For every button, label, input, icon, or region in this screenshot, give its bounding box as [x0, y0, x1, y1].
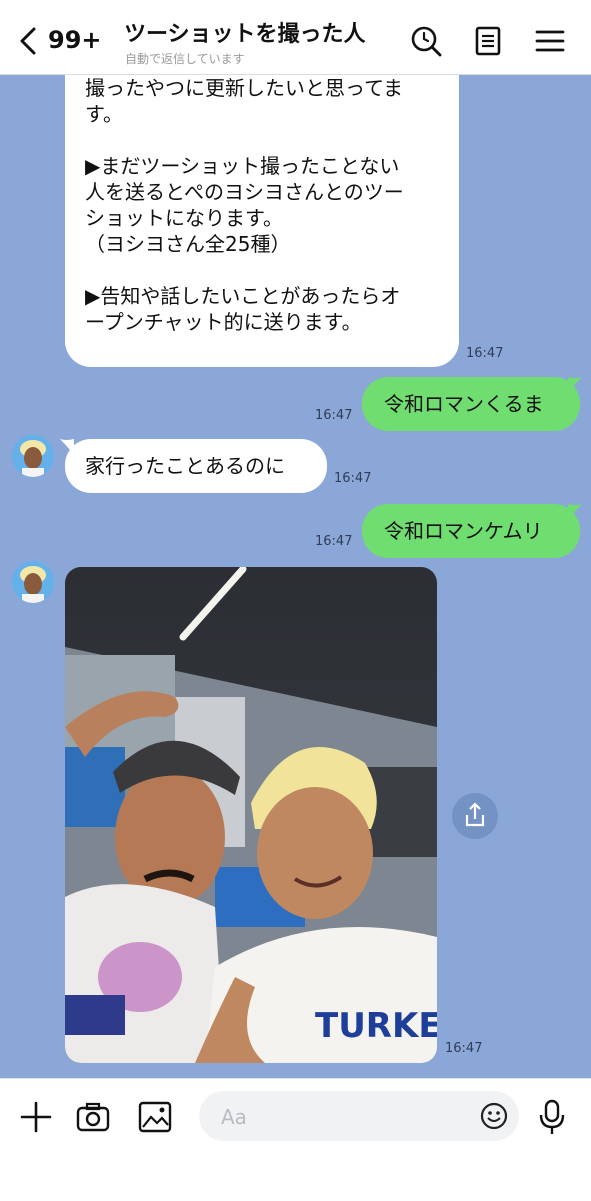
message-time: 16:47 — [315, 534, 353, 549]
chat-title: ツーショットを撮った人 — [124, 22, 366, 47]
share-button[interactable] — [452, 793, 498, 839]
notes-icon[interactable] — [471, 24, 505, 58]
avatar-image — [12, 435, 54, 477]
image-icon[interactable] — [135, 1097, 175, 1137]
camera-icon[interactable] — [73, 1097, 113, 1137]
emoji-icon[interactable] — [479, 1101, 509, 1131]
chat-area[interactable]: 撮ったやつに更新したいと思ってま す。 ▶まだツーショット撮ったことない 人を送… — [0, 75, 591, 1078]
message-field[interactable] — [199, 1091, 519, 1141]
message-time: 16:47 — [466, 346, 504, 361]
message-bubble-incoming[interactable]: 撮ったやつに更新したいと思ってま す。 ▶まだツーショット撮ったことない 人を送… — [65, 75, 459, 367]
photo-message[interactable]: TURKEY — [65, 567, 437, 1063]
message-input[interactable] — [219, 1103, 473, 1131]
avatar-image — [12, 561, 54, 603]
unread-count[interactable]: 99+ — [48, 26, 102, 54]
chat-header: 99+ ツーショットを撮った人 自動で返信しています — [0, 0, 591, 75]
message-time: 16:47 — [315, 408, 353, 423]
message-bubble-outgoing[interactable]: 令和ロマンケムリ — [362, 504, 580, 558]
message-bubble-outgoing[interactable]: 令和ロマンくるま — [362, 377, 580, 431]
back-chevron-icon[interactable] — [16, 26, 42, 56]
chat-subtitle: 自動で返信しています — [125, 52, 245, 66]
shirt-print-text: TURKEY — [315, 1006, 437, 1046]
message-input-bar — [0, 1078, 591, 1201]
avatar[interactable] — [12, 561, 54, 603]
message-time: 16:47 — [445, 1041, 483, 1056]
message-time: 16:47 — [334, 471, 372, 486]
message-bubble-incoming[interactable]: 家行ったことあるのに — [65, 439, 327, 493]
search-icon[interactable] — [409, 24, 443, 58]
mic-icon[interactable] — [536, 1097, 568, 1137]
plus-icon[interactable] — [16, 1097, 56, 1137]
avatar[interactable] — [12, 435, 54, 477]
menu-icon[interactable] — [533, 24, 567, 58]
share-icon — [465, 802, 485, 827]
